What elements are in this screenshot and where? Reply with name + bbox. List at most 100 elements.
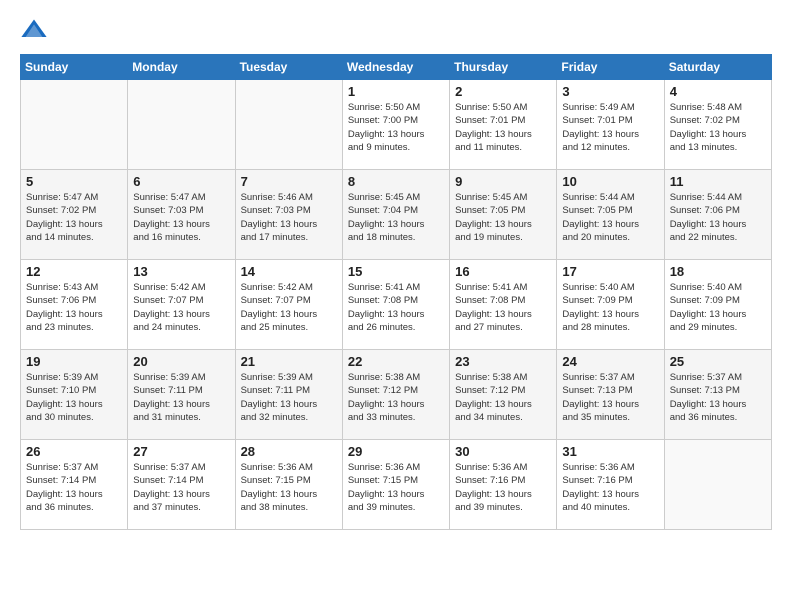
day-info: Sunrise: 5:49 AM Sunset: 7:01 PM Dayligh…	[562, 101, 658, 154]
day-number: 16	[455, 264, 551, 279]
calendar-cell	[128, 80, 235, 170]
day-number: 2	[455, 84, 551, 99]
calendar-cell: 12 Sunrise: 5:43 AM Sunset: 7:06 PM Dayli…	[21, 260, 128, 350]
calendar-cell: 19Sunrise: 5:39 AM Sunset: 7:10 PM Dayli…	[21, 350, 128, 440]
calendar-cell	[664, 440, 771, 530]
day-info: Sunrise: 5:46 AM Sunset: 7:03 PM Dayligh…	[241, 191, 337, 244]
logo-icon	[20, 16, 48, 44]
day-info: Sunrise: 5:47 AM Sunset: 7:03 PM Dayligh…	[133, 191, 229, 244]
calendar-cell: 23 Sunrise: 5:38 AM Sunset: 7:12 PM Dayli…	[450, 350, 557, 440]
page-header	[20, 16, 772, 44]
day-number: 6	[133, 174, 229, 189]
day-info: Sunrise: 5:41 AM Sunset: 7:08 PM Dayligh…	[348, 281, 444, 334]
day-number: 8	[348, 174, 444, 189]
day-info: Sunrise: 5:37 AM Sunset: 7:13 PM Dayligh…	[562, 371, 658, 424]
calendar-cell: 22 Sunrise: 5:38 AM Sunset: 7:12 PM Dayli…	[342, 350, 449, 440]
day-number: 4	[670, 84, 766, 99]
calendar-cell: 16 Sunrise: 5:41 AM Sunset: 7:08 PM Dayli…	[450, 260, 557, 350]
day-info: Sunrise: 5:45 AM Sunset: 7:05 PM Dayligh…	[455, 191, 551, 244]
day-number: 26	[26, 444, 122, 459]
weekday-header-friday: Friday	[557, 55, 664, 80]
day-info: Sunrise: 5:40 AM Sunset: 7:09 PM Dayligh…	[670, 281, 766, 334]
day-number: 25	[670, 354, 766, 369]
calendar-cell: 26 Sunrise: 5:37 AM Sunset: 7:14 PM Dayli…	[21, 440, 128, 530]
calendar-cell: 7 Sunrise: 5:46 AM Sunset: 7:03 PM Daylig…	[235, 170, 342, 260]
day-info: Sunrise: 5:45 AM Sunset: 7:04 PM Dayligh…	[348, 191, 444, 244]
calendar-cell: 13 Sunrise: 5:42 AM Sunset: 7:07 PM Dayli…	[128, 260, 235, 350]
day-number: 31	[562, 444, 658, 459]
calendar-body: 1Sunrise: 5:50 AM Sunset: 7:00 PM Daylig…	[21, 80, 772, 530]
calendar-cell: 27 Sunrise: 5:37 AM Sunset: 7:14 PM Dayli…	[128, 440, 235, 530]
calendar-week-row: 12 Sunrise: 5:43 AM Sunset: 7:06 PM Dayli…	[21, 260, 772, 350]
day-number: 27	[133, 444, 229, 459]
weekday-header-tuesday: Tuesday	[235, 55, 342, 80]
calendar-cell: 17 Sunrise: 5:40 AM Sunset: 7:09 PM Dayli…	[557, 260, 664, 350]
weekday-header-thursday: Thursday	[450, 55, 557, 80]
calendar-cell: 8 Sunrise: 5:45 AM Sunset: 7:04 PM Daylig…	[342, 170, 449, 260]
day-number: 15	[348, 264, 444, 279]
calendar-cell: 11 Sunrise: 5:44 AM Sunset: 7:06 PM Dayli…	[664, 170, 771, 260]
day-number: 14	[241, 264, 337, 279]
day-number: 30	[455, 444, 551, 459]
calendar-cell: 9Sunrise: 5:45 AM Sunset: 7:05 PM Daylig…	[450, 170, 557, 260]
day-number: 5	[26, 174, 122, 189]
day-info: Sunrise: 5:37 AM Sunset: 7:14 PM Dayligh…	[133, 461, 229, 514]
day-info: Sunrise: 5:38 AM Sunset: 7:12 PM Dayligh…	[348, 371, 444, 424]
day-info: Sunrise: 5:47 AM Sunset: 7:02 PM Dayligh…	[26, 191, 122, 244]
day-info: Sunrise: 5:40 AM Sunset: 7:09 PM Dayligh…	[562, 281, 658, 334]
weekday-header-sunday: Sunday	[21, 55, 128, 80]
day-number: 3	[562, 84, 658, 99]
day-info: Sunrise: 5:41 AM Sunset: 7:08 PM Dayligh…	[455, 281, 551, 334]
day-number: 1	[348, 84, 444, 99]
calendar-cell: 1Sunrise: 5:50 AM Sunset: 7:00 PM Daylig…	[342, 80, 449, 170]
calendar-cell: 2 Sunrise: 5:50 AM Sunset: 7:01 PM Daylig…	[450, 80, 557, 170]
calendar-cell: 20 Sunrise: 5:39 AM Sunset: 7:11 PM Dayli…	[128, 350, 235, 440]
day-info: Sunrise: 5:42 AM Sunset: 7:07 PM Dayligh…	[133, 281, 229, 334]
calendar-week-row: 19Sunrise: 5:39 AM Sunset: 7:10 PM Dayli…	[21, 350, 772, 440]
calendar-cell: 24 Sunrise: 5:37 AM Sunset: 7:13 PM Dayli…	[557, 350, 664, 440]
day-number: 24	[562, 354, 658, 369]
day-number: 23	[455, 354, 551, 369]
day-info: Sunrise: 5:38 AM Sunset: 7:12 PM Dayligh…	[455, 371, 551, 424]
calendar-cell: 30 Sunrise: 5:36 AM Sunset: 7:16 PM Dayli…	[450, 440, 557, 530]
day-info: Sunrise: 5:36 AM Sunset: 7:15 PM Dayligh…	[241, 461, 337, 514]
weekday-header-row: SundayMondayTuesdayWednesdayThursdayFrid…	[21, 55, 772, 80]
calendar-cell: 29Sunrise: 5:36 AM Sunset: 7:15 PM Dayli…	[342, 440, 449, 530]
calendar-cell: 31 Sunrise: 5:36 AM Sunset: 7:16 PM Dayli…	[557, 440, 664, 530]
day-info: Sunrise: 5:50 AM Sunset: 7:01 PM Dayligh…	[455, 101, 551, 154]
day-info: Sunrise: 5:44 AM Sunset: 7:05 PM Dayligh…	[562, 191, 658, 244]
day-info: Sunrise: 5:44 AM Sunset: 7:06 PM Dayligh…	[670, 191, 766, 244]
day-info: Sunrise: 5:48 AM Sunset: 7:02 PM Dayligh…	[670, 101, 766, 154]
weekday-header-saturday: Saturday	[664, 55, 771, 80]
day-info: Sunrise: 5:37 AM Sunset: 7:14 PM Dayligh…	[26, 461, 122, 514]
day-info: Sunrise: 5:39 AM Sunset: 7:10 PM Dayligh…	[26, 371, 122, 424]
day-info: Sunrise: 5:43 AM Sunset: 7:06 PM Dayligh…	[26, 281, 122, 334]
calendar-table: SundayMondayTuesdayWednesdayThursdayFrid…	[20, 54, 772, 530]
day-number: 22	[348, 354, 444, 369]
calendar-cell: 28Sunrise: 5:36 AM Sunset: 7:15 PM Dayli…	[235, 440, 342, 530]
weekday-header-monday: Monday	[128, 55, 235, 80]
calendar-week-row: 5 Sunrise: 5:47 AM Sunset: 7:02 PM Daylig…	[21, 170, 772, 260]
day-info: Sunrise: 5:36 AM Sunset: 7:16 PM Dayligh…	[455, 461, 551, 514]
day-number: 12	[26, 264, 122, 279]
day-number: 17	[562, 264, 658, 279]
day-number: 11	[670, 174, 766, 189]
calendar-cell: 4 Sunrise: 5:48 AM Sunset: 7:02 PM Daylig…	[664, 80, 771, 170]
calendar-cell: 18Sunrise: 5:40 AM Sunset: 7:09 PM Dayli…	[664, 260, 771, 350]
day-info: Sunrise: 5:36 AM Sunset: 7:16 PM Dayligh…	[562, 461, 658, 514]
weekday-header-wednesday: Wednesday	[342, 55, 449, 80]
day-info: Sunrise: 5:42 AM Sunset: 7:07 PM Dayligh…	[241, 281, 337, 334]
day-info: Sunrise: 5:39 AM Sunset: 7:11 PM Dayligh…	[133, 371, 229, 424]
calendar-cell: 15 Sunrise: 5:41 AM Sunset: 7:08 PM Dayli…	[342, 260, 449, 350]
day-number: 10	[562, 174, 658, 189]
calendar-cell: 5 Sunrise: 5:47 AM Sunset: 7:02 PM Daylig…	[21, 170, 128, 260]
calendar-cell	[21, 80, 128, 170]
day-number: 20	[133, 354, 229, 369]
calendar-cell: 3 Sunrise: 5:49 AM Sunset: 7:01 PM Daylig…	[557, 80, 664, 170]
day-number: 7	[241, 174, 337, 189]
calendar-cell	[235, 80, 342, 170]
calendar-cell: 14 Sunrise: 5:42 AM Sunset: 7:07 PM Dayli…	[235, 260, 342, 350]
day-info: Sunrise: 5:39 AM Sunset: 7:11 PM Dayligh…	[241, 371, 337, 424]
calendar-cell: 6 Sunrise: 5:47 AM Sunset: 7:03 PM Daylig…	[128, 170, 235, 260]
day-number: 13	[133, 264, 229, 279]
